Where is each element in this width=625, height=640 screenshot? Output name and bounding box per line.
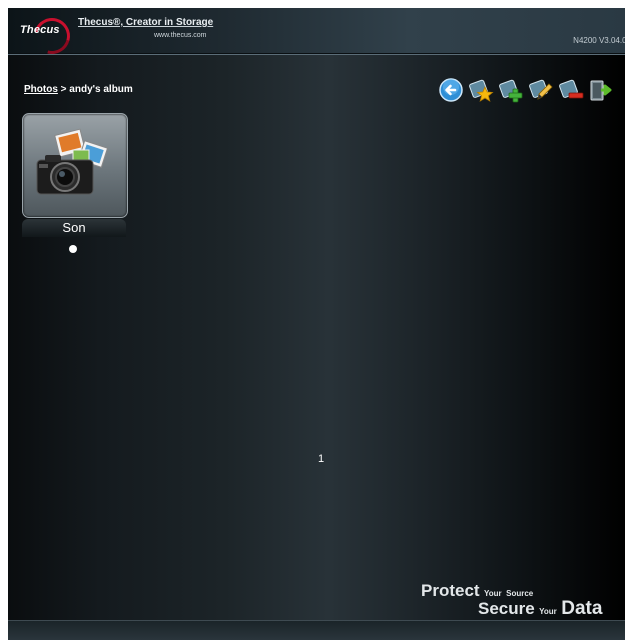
logo-ring-icon [27, 11, 77, 61]
slogan-word: Secure [478, 599, 535, 618]
breadcrumb: Photos > andy's album [24, 84, 133, 95]
delete-button[interactable] [558, 77, 584, 103]
back-button[interactable] [438, 77, 464, 103]
album-toolbar [438, 75, 614, 105]
app-frame: Thecus Thecus®, Creator in Storage www.t… [8, 8, 625, 640]
star-icon [469, 79, 494, 102]
breadcrumb-separator: > [57, 84, 70, 95]
slogan-word: Protect [421, 581, 480, 600]
album-selection-dot[interactable] [69, 245, 77, 253]
slogan-line-2: Secure Your Data [478, 598, 602, 620]
breadcrumb-current: andy's album [69, 84, 133, 95]
album-item[interactable]: Son [22, 113, 128, 253]
album-thumbnail[interactable] [22, 113, 128, 218]
thecus-logo: Thecus [20, 11, 77, 61]
add-icon [499, 79, 523, 103]
exit-button[interactable] [588, 77, 614, 103]
brand-tagline: Thecus®, Creator in Storage [78, 17, 214, 28]
logo-text: Thecus [20, 24, 60, 36]
firmware-version: N4200 V3.04.00 [573, 36, 625, 45]
add-button[interactable] [498, 77, 524, 103]
brand-website: www.thecus.com [154, 32, 207, 39]
page-number-link[interactable]: 1 [318, 453, 324, 465]
edit-button[interactable] [528, 77, 554, 103]
breadcrumb-photos-link[interactable]: Photos [24, 84, 58, 95]
favorite-button[interactable] [468, 77, 494, 103]
edit-icon [529, 79, 553, 100]
header-bar: Thecus Thecus®, Creator in Storage www.t… [8, 8, 625, 61]
slogan-word: Your [539, 607, 557, 616]
footer-bar [8, 620, 625, 640]
photo-gallery-area: Photos > andy's album Son 1 Protect Your… [8, 55, 625, 620]
album-name[interactable]: Son [22, 220, 126, 235]
slogan-word: Your [484, 589, 502, 598]
camera-photos-icon [36, 128, 109, 195]
slogan-word: Source [506, 589, 534, 598]
delete-icon [559, 79, 584, 99]
slogan-word: Data [561, 598, 603, 619]
exit-icon [590, 80, 612, 101]
back-arrow-icon [439, 78, 463, 102]
